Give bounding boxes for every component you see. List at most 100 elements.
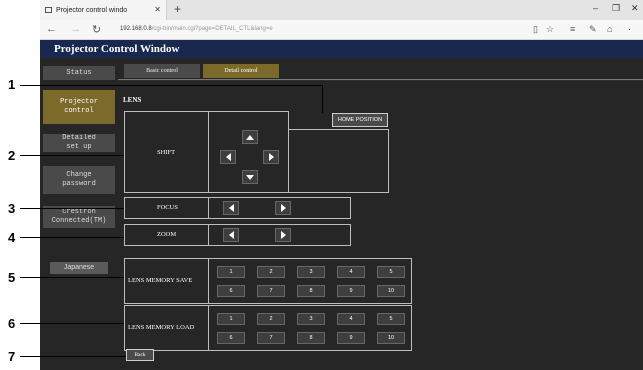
- url-host: 192.168.0.8: [120, 26, 152, 32]
- shift-label: SHIFT: [157, 149, 176, 156]
- tab-close-icon[interactable]: ✕: [154, 5, 161, 14]
- favorite-star-icon[interactable]: ☆: [546, 24, 554, 35]
- callout-2: 2: [8, 148, 16, 163]
- focus-far-button[interactable]: [275, 201, 291, 215]
- window-close-icon[interactable]: ✕: [631, 3, 639, 14]
- sidebar-item-crestron[interactable]: Crestron Connected(TM): [43, 206, 115, 228]
- back-button[interactable]: Back: [126, 349, 154, 361]
- browser-tab[interactable]: Projector control windo ✕: [40, 0, 167, 20]
- lens-content: LENS HOME POSITION SHIFT FOCUS ZOOM LENS…: [118, 81, 643, 370]
- arrow-right-icon: [280, 231, 286, 239]
- save-slot-2[interactable]: 2: [257, 266, 285, 278]
- hub-icon[interactable]: ≡: [570, 24, 575, 34]
- lens-memory-save-panel: LENS MEMORY SAVE 1 2 3 4 5 6 7 8 9 10: [124, 258, 412, 304]
- screenshot-root: 1 2 3 4 5 6 7 Projector control windo ✕ …: [0, 0, 643, 370]
- shift-side-panel: [289, 129, 389, 193]
- reading-view-icon[interactable]: ▯: [533, 24, 538, 35]
- save-slot-5[interactable]: 5: [377, 266, 405, 278]
- callout-1-leader: [20, 85, 322, 86]
- load-slot-6[interactable]: 6: [217, 332, 245, 344]
- zoom-label: ZOOM: [157, 231, 177, 238]
- sidebar-item-change-password[interactable]: Change password: [43, 166, 115, 194]
- maximize-icon[interactable]: ❐: [612, 3, 620, 14]
- url-path: /cgi-bin/main.cgi?page=DETAIL_CTL&lang=e: [151, 26, 273, 32]
- focus-near-button[interactable]: [223, 201, 239, 215]
- save-slot-10[interactable]: 10: [377, 285, 405, 297]
- forward-arrow-icon[interactable]: →: [70, 23, 81, 35]
- save-slot-9[interactable]: 9: [337, 285, 365, 297]
- projector-page: Projector Control Window Status Projecto…: [40, 40, 643, 370]
- shift-right-button[interactable]: [263, 150, 279, 164]
- shift-divider: [208, 112, 209, 192]
- callout-2-leader: [20, 155, 124, 156]
- callout-1: 1: [8, 77, 16, 92]
- save-slot-1[interactable]: 1: [217, 266, 245, 278]
- callout-1-leader-drop: [322, 85, 323, 113]
- app-title: Projector Control Window: [40, 40, 643, 58]
- zoom-out-button[interactable]: [223, 228, 239, 242]
- callout-5: 5: [8, 270, 16, 285]
- load-slot-8[interactable]: 8: [297, 332, 325, 344]
- share-icon[interactable]: ⌂: [607, 24, 612, 34]
- save-slot-4[interactable]: 4: [337, 266, 365, 278]
- callout-4: 4: [8, 230, 16, 245]
- lens-memory-load-label: LENS MEMORY LOAD: [128, 324, 195, 331]
- save-divider: [208, 259, 209, 303]
- load-slot-4[interactable]: 4: [337, 313, 365, 325]
- arrow-left-icon: [225, 153, 231, 161]
- callout-3: 3: [8, 201, 16, 216]
- back-arrow-icon[interactable]: ←: [46, 23, 57, 35]
- load-slot-5[interactable]: 5: [377, 313, 405, 325]
- load-slot-3[interactable]: 3: [297, 313, 325, 325]
- arrow-left-icon: [228, 231, 234, 239]
- sidebar-item-projector-control[interactable]: Projector control: [43, 90, 115, 124]
- lens-heading: LENS: [123, 96, 142, 104]
- save-slot-7[interactable]: 7: [257, 285, 285, 297]
- shift-left-button[interactable]: [220, 150, 236, 164]
- save-slot-6[interactable]: 6: [217, 285, 245, 297]
- load-slot-9[interactable]: 9: [337, 332, 365, 344]
- tab-page-icon: [45, 7, 52, 13]
- home-position-button[interactable]: HOME POSITION: [332, 113, 388, 127]
- load-slot-7[interactable]: 7: [257, 332, 285, 344]
- callout-5-leader: [20, 277, 124, 278]
- focus-divider: [208, 198, 209, 218]
- tab-detail-control[interactable]: Detail control: [203, 64, 279, 78]
- shift-down-button[interactable]: [242, 170, 258, 184]
- web-note-icon[interactable]: ✎: [589, 24, 597, 35]
- load-slot-1[interactable]: 1: [217, 313, 245, 325]
- arrow-up-icon: [246, 134, 254, 140]
- load-divider: [208, 306, 209, 350]
- arrow-right-icon: [268, 153, 274, 161]
- lens-memory-save-label: LENS MEMORY SAVE: [128, 277, 193, 284]
- tab-basic-control[interactable]: Basic control: [124, 64, 200, 78]
- url-field[interactable]: 192.168.0.8/cgi-bin/main.cgi?page=DETAIL…: [120, 26, 273, 32]
- zoom-panel: ZOOM: [124, 224, 351, 246]
- load-slot-10[interactable]: 10: [377, 332, 405, 344]
- load-slot-2[interactable]: 2: [257, 313, 285, 325]
- refresh-icon[interactable]: ↻: [92, 23, 101, 36]
- browser-tab-bar: Projector control windo ✕ + – ❐ ✕: [40, 0, 643, 20]
- shift-up-button[interactable]: [242, 130, 258, 144]
- arrow-down-icon: [246, 174, 254, 180]
- callout-3-leader: [20, 208, 124, 209]
- sidebar-item-detailed-setup[interactable]: Detailed set up: [43, 134, 115, 152]
- sidebar-item-status[interactable]: Status: [43, 66, 115, 80]
- sidebar-item-language[interactable]: Japanese: [50, 262, 108, 274]
- focus-label: FOCUS: [157, 204, 178, 211]
- save-slot-3[interactable]: 3: [297, 266, 325, 278]
- minimize-icon[interactable]: –: [593, 3, 598, 13]
- lens-memory-load-panel: LENS MEMORY LOAD 1 2 3 4 5 6 7 8 9 10: [124, 305, 412, 351]
- callout-4-leader: [20, 237, 124, 238]
- arrow-left-icon: [228, 204, 234, 212]
- new-tab-icon[interactable]: +: [174, 2, 181, 16]
- callout-7: 7: [8, 349, 16, 364]
- callout-6: 6: [8, 316, 16, 331]
- focus-panel: FOCUS: [124, 197, 351, 219]
- browser-tab-title: Projector control windo: [56, 6, 128, 14]
- save-slot-8[interactable]: 8: [297, 285, 325, 297]
- shift-panel: SHIFT: [124, 111, 289, 193]
- more-icon[interactable]: ·: [628, 24, 631, 34]
- zoom-in-button[interactable]: [275, 228, 291, 242]
- control-tabs: Basic control Detail control: [118, 58, 643, 80]
